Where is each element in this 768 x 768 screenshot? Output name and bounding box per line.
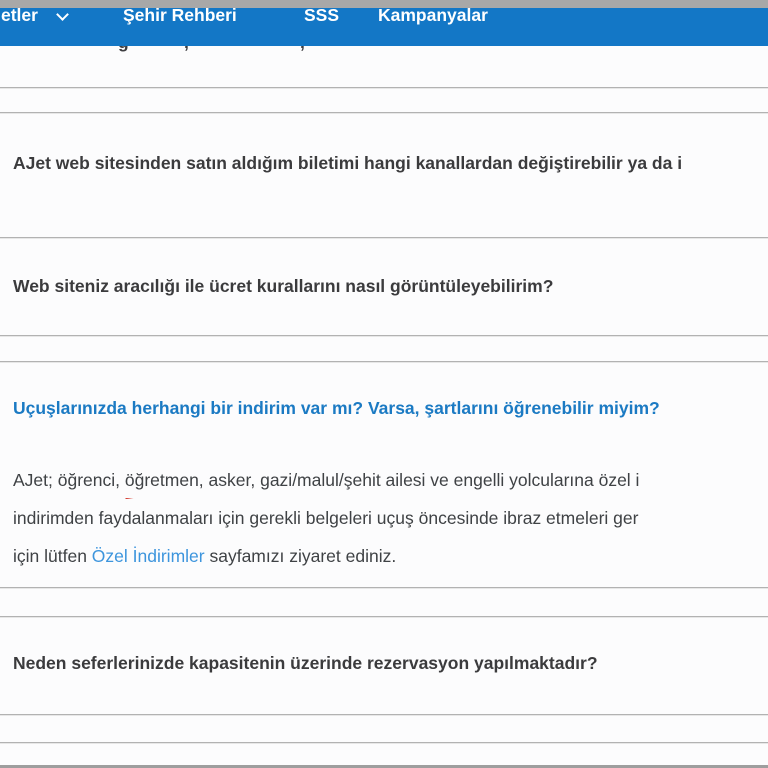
answer-line-2: indirimden faydalanmaları için gerekli b… [13,508,639,528]
faq-question-discounts[interactable]: Uçuşlarınızda herhangi bir indirim var m… [13,397,768,420]
nav-item-label: Kampanyalar [378,5,488,25]
nav-item-label: etler [1,5,38,25]
answer-line-1: AJet; öğrenci, öğretmen, asker, gazi/mal… [13,461,768,499]
nav-item-kampanyalar[interactable]: Kampanyalar [378,5,488,25]
divider [0,714,768,716]
clipped-heading-fragments: ğ , , [0,46,768,56]
clipped-glyph: ğ [118,46,129,52]
clipped-glyph: , [300,46,305,52]
red-underlined-word: öğretmen, [125,461,204,499]
divider [0,587,768,589]
divider [0,87,768,89]
divider [0,335,768,337]
clipped-glyph: , [184,46,189,52]
faq-question-change-ticket[interactable]: AJet web sitesinden satın aldığım bileti… [13,152,768,175]
answer-line-3: için lütfen Özel İndirimler sayfamızı zi… [13,546,397,566]
divider [0,237,768,239]
divider [0,361,768,363]
divider [0,742,768,744]
faq-question-fare-rules[interactable]: Web siteniz aracılığı ile ücret kurallar… [13,275,768,298]
faq-answer-discounts: AJet; öğrenci, öğretmen, asker, gazi/mal… [13,461,768,575]
nav-item-sss[interactable]: SSS [304,5,339,25]
top-gray-strip [0,0,768,8]
nav-item-sehir-rehberi[interactable]: Şehir Rehberi [123,5,237,25]
divider [0,112,768,114]
chevron-down-icon [56,8,69,21]
divider [0,616,768,618]
nav-item-label: Şehir Rehberi [123,5,237,25]
nav-item-label: SSS [304,5,340,25]
special-discounts-link[interactable]: Özel İndirimler [92,546,205,566]
red-underline-annotation [125,497,204,499]
faq-page: etler Şehir Rehberi SSS Kampanyalar ğ , … [0,0,768,768]
nav-item-biletler-clipped[interactable]: etler [1,5,38,25]
faq-question-overbooking[interactable]: Neden seferlerinizde kapasitenin üzerind… [13,652,768,675]
